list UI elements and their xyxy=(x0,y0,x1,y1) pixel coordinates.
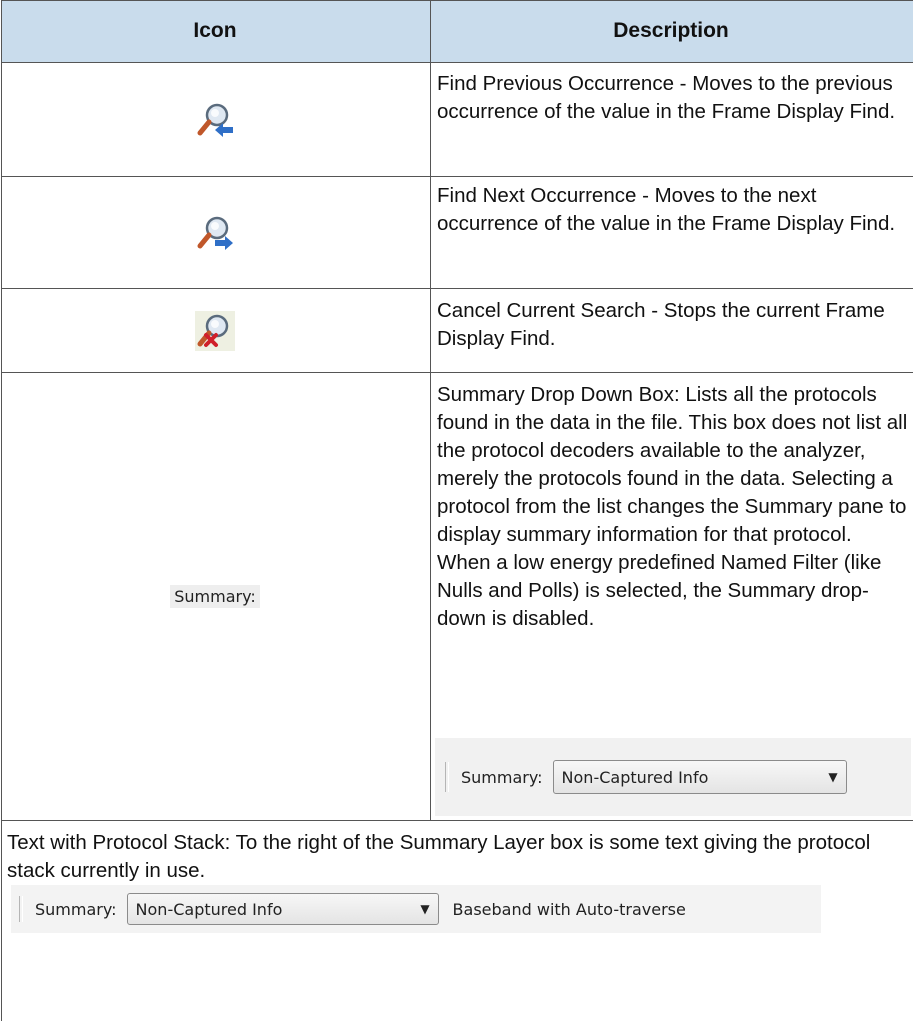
toolbar-grip xyxy=(19,896,23,922)
find-next-icon[interactable] xyxy=(195,213,235,253)
description-column-header: Description xyxy=(613,19,729,42)
summary-toolbar-label: Summary: xyxy=(35,899,117,919)
protocol-stack-value: Baseband with Auto-traverse xyxy=(452,899,686,919)
chevron-down-icon: ▼ xyxy=(828,770,838,784)
table-header: Icon Description xyxy=(1,0,913,62)
table-row: Summary: xyxy=(1,373,429,820)
description-text: Cancel Current Search - Stops the curren… xyxy=(437,299,885,350)
summary-stack-toolbar: Summary: Non-Captured Info ▼ Baseband wi… xyxy=(11,885,821,933)
summary-toolbar: Summary: Non-Captured Info ▼ xyxy=(435,738,911,816)
description-text: Find Next Occurrence - Moves to the next… xyxy=(437,184,896,235)
protocol-stack-text: Text with Protocol Stack: To the right o… xyxy=(7,831,871,882)
chevron-down-icon: ▼ xyxy=(420,902,430,916)
toolbar-grip xyxy=(445,762,449,792)
description-text: Find Previous Occurrence - Moves to the … xyxy=(437,72,896,123)
find-previous-icon[interactable] xyxy=(195,100,235,140)
summary-toolbar-label: Summary: xyxy=(461,767,543,787)
cancel-search-icon[interactable] xyxy=(195,310,235,351)
table-row xyxy=(1,289,429,372)
table-row xyxy=(1,177,429,288)
description-text: Summary Drop Down Box: Lists all the pro… xyxy=(437,383,908,630)
summary-label: Summary: xyxy=(170,585,260,608)
summary-dropdown[interactable]: Non-Captured Info ▼ xyxy=(552,760,847,794)
summary-dropdown-value: Non-Captured Info xyxy=(135,899,283,919)
summary-dropdown-value: Non-Captured Info xyxy=(561,767,709,787)
icon-description-table: Icon Description Find Previous Occurrenc… xyxy=(1,0,913,1021)
summary-dropdown[interactable]: Non-Captured Info ▼ xyxy=(126,893,439,925)
icon-column-header: Icon xyxy=(193,19,237,42)
table-row xyxy=(1,63,429,176)
